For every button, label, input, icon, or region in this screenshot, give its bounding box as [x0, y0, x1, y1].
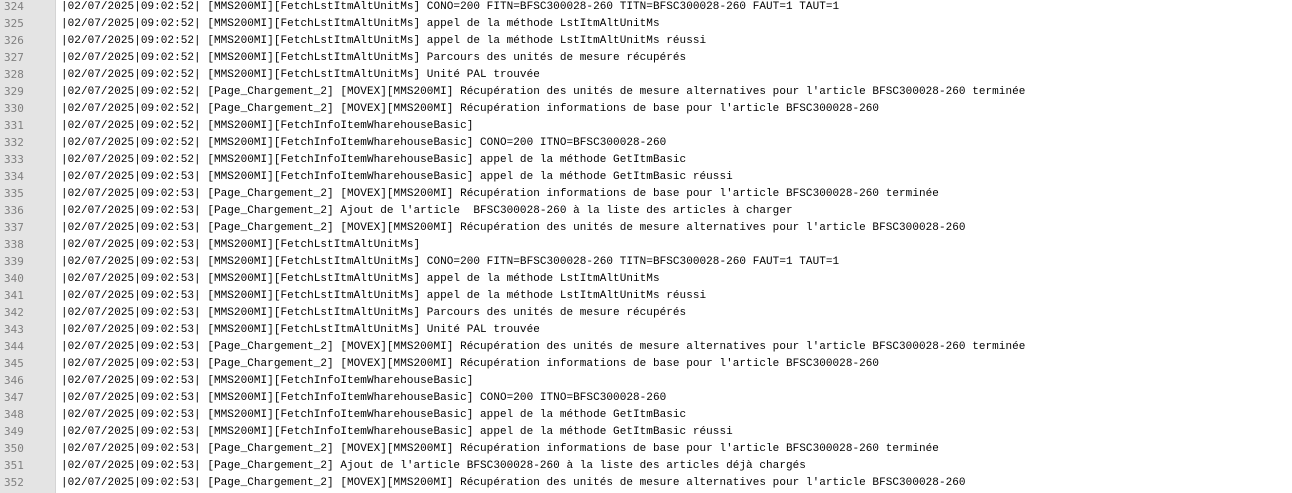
line-number: 348: [4, 408, 24, 421]
line-text[interactable]: |02/07/2025|09:02:52| [Page_Chargement_2…: [56, 86, 1025, 98]
editor-line[interactable]: 332 |02/07/2025|09:02:52| [MMS200MI][Fetc…: [0, 134, 1292, 151]
editor-line[interactable]: 352 |02/07/2025|09:02:53| [Page_Chargemen…: [0, 474, 1292, 491]
line-number: 329: [4, 85, 24, 98]
line-text[interactable]: |02/07/2025|09:02:52| [MMS200MI][FetchIn…: [56, 137, 666, 149]
editor-line[interactable]: 325 |02/07/2025|09:02:52| [MMS200MI][Fetc…: [0, 15, 1292, 32]
editor-line[interactable]: 350 |02/07/2025|09:02:53| [Page_Chargemen…: [0, 440, 1292, 457]
editor-line[interactable]: 343 |02/07/2025|09:02:53| [MMS200MI][Fetc…: [0, 321, 1292, 338]
line-number: 339: [4, 255, 24, 268]
editor-line[interactable]: 327 |02/07/2025|09:02:52| [MMS200MI][Fetc…: [0, 49, 1292, 66]
editor-line[interactable]: 351 |02/07/2025|09:02:53| [Page_Chargemen…: [0, 457, 1292, 474]
line-number: 334: [4, 170, 24, 183]
line-text[interactable]: |02/07/2025|09:02:52| [MMS200MI][FetchLs…: [56, 18, 660, 30]
line-number: 346: [4, 374, 24, 387]
line-number: 330: [4, 102, 24, 115]
line-text[interactable]: |02/07/2025|09:02:53| [MMS200MI][FetchLs…: [56, 239, 420, 251]
editor-line[interactable]: 347 |02/07/2025|09:02:53| [MMS200MI][Fetc…: [0, 389, 1292, 406]
editor-line[interactable]: 346 |02/07/2025|09:02:53| [MMS200MI][Fetc…: [0, 372, 1292, 389]
line-text[interactable]: |02/07/2025|09:02:52| [MMS200MI][FetchLs…: [56, 52, 686, 64]
editor-line[interactable]: 329 |02/07/2025|09:02:52| [Page_Chargemen…: [0, 83, 1292, 100]
line-number: 326: [4, 34, 24, 47]
line-number: 325: [4, 17, 24, 30]
line-number: 327: [4, 51, 24, 64]
line-number: 337: [4, 221, 24, 234]
editor-line[interactable]: 333 |02/07/2025|09:02:52| [MMS200MI][Fetc…: [0, 151, 1292, 168]
line-number: 341: [4, 289, 24, 302]
editor-line[interactable]: 340 |02/07/2025|09:02:53| [MMS200MI][Fetc…: [0, 270, 1292, 287]
line-text[interactable]: |02/07/2025|09:02:53| [MMS200MI][FetchIn…: [56, 375, 473, 387]
line-number: 324: [4, 0, 24, 13]
line-text[interactable]: |02/07/2025|09:02:53| [Page_Chargement_2…: [56, 205, 793, 217]
line-number: 345: [4, 357, 24, 370]
line-text[interactable]: |02/07/2025|09:02:53| [Page_Chargement_2…: [56, 460, 806, 472]
editor-line[interactable]: 342 |02/07/2025|09:02:53| [MMS200MI][Fetc…: [0, 304, 1292, 321]
editor-line[interactable]: 324 |02/07/2025|09:02:52| [MMS200MI][Fetc…: [0, 0, 1292, 15]
line-number: 338: [4, 238, 24, 251]
editor-line[interactable]: 339 |02/07/2025|09:02:53| [MMS200MI][Fetc…: [0, 253, 1292, 270]
line-text[interactable]: |02/07/2025|09:02:53| [Page_Chargement_2…: [56, 341, 1025, 353]
editor-line[interactable]: 334 |02/07/2025|09:02:53| [MMS200MI][Fetc…: [0, 168, 1292, 185]
line-number: 336: [4, 204, 24, 217]
line-number: 352: [4, 476, 24, 489]
line-text[interactable]: |02/07/2025|09:02:53| [Page_Chargement_2…: [56, 443, 939, 455]
line-text[interactable]: |02/07/2025|09:02:52| [MMS200MI][FetchLs…: [56, 69, 540, 81]
line-number: 328: [4, 68, 24, 81]
editor-line[interactable]: 338 |02/07/2025|09:02:53| [MMS200MI][Fetc…: [0, 236, 1292, 253]
line-text[interactable]: |02/07/2025|09:02:53| [MMS200MI][FetchLs…: [56, 307, 686, 319]
line-text[interactable]: |02/07/2025|09:02:53| [MMS200MI][FetchIn…: [56, 426, 733, 438]
line-text[interactable]: |02/07/2025|09:02:53| [MMS200MI][FetchLs…: [56, 290, 706, 302]
editor-line[interactable]: 331 |02/07/2025|09:02:52| [MMS200MI][Fetc…: [0, 117, 1292, 134]
line-number: 342: [4, 306, 24, 319]
line-number: 351: [4, 459, 24, 472]
text-editor[interactable]: 324 |02/07/2025|09:02:52| [MMS200MI][Fetc…: [0, 0, 1292, 493]
line-number: 340: [4, 272, 24, 285]
line-text[interactable]: |02/07/2025|09:02:53| [MMS200MI][FetchLs…: [56, 324, 540, 336]
line-number: 331: [4, 119, 24, 132]
line-text[interactable]: |02/07/2025|09:02:53| [Page_Chargement_2…: [56, 477, 966, 489]
line-text[interactable]: |02/07/2025|09:02:53| [MMS200MI][FetchLs…: [56, 273, 660, 285]
line-number: 335: [4, 187, 24, 200]
editor-line[interactable]: 345 |02/07/2025|09:02:53| [Page_Chargemen…: [0, 355, 1292, 372]
line-text[interactable]: |02/07/2025|09:02:53| [Page_Chargement_2…: [56, 358, 879, 370]
editor-line[interactable]: 348 |02/07/2025|09:02:53| [MMS200MI][Fetc…: [0, 406, 1292, 423]
editor-line[interactable]: 344 |02/07/2025|09:02:53| [Page_Chargemen…: [0, 338, 1292, 355]
line-text[interactable]: |02/07/2025|09:02:53| [MMS200MI][FetchIn…: [56, 392, 666, 404]
editor-line[interactable]: 349 |02/07/2025|09:02:53| [MMS200MI][Fetc…: [0, 423, 1292, 440]
line-text[interactable]: |02/07/2025|09:02:52| [MMS200MI][FetchIn…: [56, 120, 473, 132]
line-number: 333: [4, 153, 24, 166]
line-text[interactable]: |02/07/2025|09:02:53| [Page_Chargement_2…: [56, 188, 939, 200]
line-text[interactable]: |02/07/2025|09:02:53| [Page_Chargement_2…: [56, 222, 966, 234]
line-text[interactable]: |02/07/2025|09:02:52| [MMS200MI][FetchLs…: [56, 35, 706, 47]
editor-line[interactable]: 337 |02/07/2025|09:02:53| [Page_Chargemen…: [0, 219, 1292, 236]
line-number: 344: [4, 340, 24, 353]
editor-line[interactable]: 341 |02/07/2025|09:02:53| [MMS200MI][Fetc…: [0, 287, 1292, 304]
editor-line[interactable]: 328 |02/07/2025|09:02:52| [MMS200MI][Fetc…: [0, 66, 1292, 83]
line-text[interactable]: |02/07/2025|09:02:53| [MMS200MI][FetchIn…: [56, 409, 686, 421]
line-number: 350: [4, 442, 24, 455]
editor-line[interactable]: 330 |02/07/2025|09:02:52| [Page_Chargemen…: [0, 100, 1292, 117]
line-number: 349: [4, 425, 24, 438]
line-text[interactable]: |02/07/2025|09:02:53| [MMS200MI][FetchLs…: [56, 256, 839, 268]
line-number: 343: [4, 323, 24, 336]
editor-line[interactable]: 326 |02/07/2025|09:02:52| [MMS200MI][Fetc…: [0, 32, 1292, 49]
line-number: 347: [4, 391, 24, 404]
line-text[interactable]: |02/07/2025|09:02:53| [MMS200MI][FetchIn…: [56, 171, 733, 183]
line-text[interactable]: |02/07/2025|09:02:52| [MMS200MI][FetchLs…: [56, 1, 839, 13]
editor-line[interactable]: 336 |02/07/2025|09:02:53| [Page_Chargemen…: [0, 202, 1292, 219]
editor-line[interactable]: 335 |02/07/2025|09:02:53| [Page_Chargemen…: [0, 185, 1292, 202]
line-text[interactable]: |02/07/2025|09:02:52| [Page_Chargement_2…: [56, 103, 879, 115]
line-number: 332: [4, 136, 24, 149]
line-text[interactable]: |02/07/2025|09:02:52| [MMS200MI][FetchIn…: [56, 154, 686, 166]
